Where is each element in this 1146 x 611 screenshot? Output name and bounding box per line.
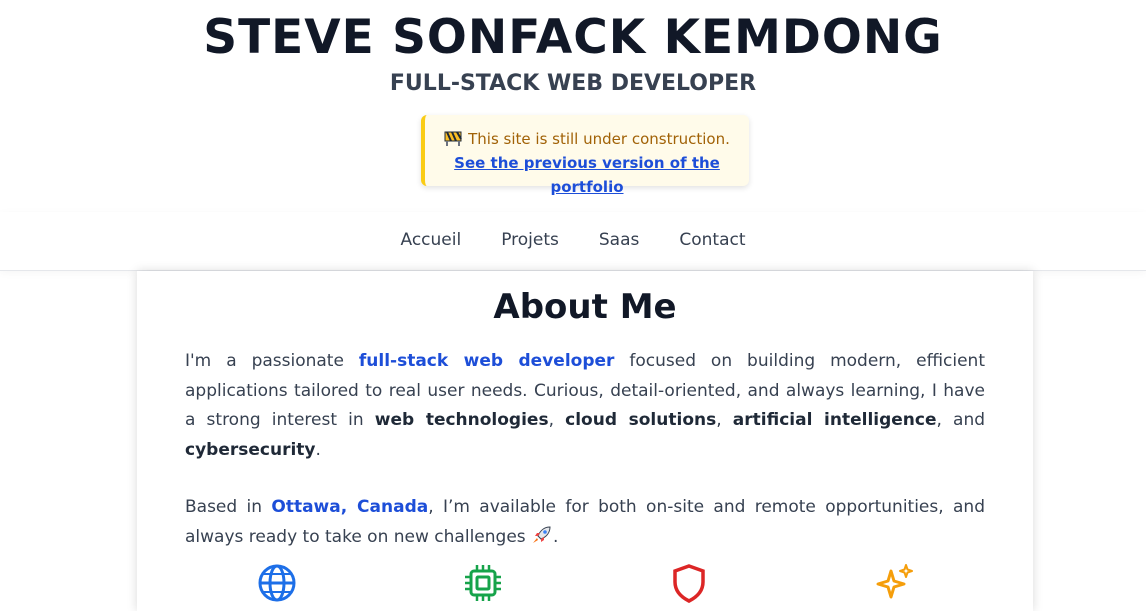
nav-item-accueil[interactable]: Accueil: [400, 230, 461, 250]
interest-security: cybersecurity: [185, 439, 316, 460]
interest-web: web technologies: [374, 410, 549, 430]
nav-item-contact[interactable]: Contact: [679, 230, 745, 250]
cpu-chip-icon: [465, 565, 501, 601]
about-title: About Me: [493, 287, 677, 327]
construction-icon: [444, 131, 462, 146]
about-paragraph-intro: I'm a passionate full-stack web develope…: [185, 351, 986, 460]
site-role: FULL-STACK WEB DEVELOPER: [389, 71, 757, 96]
main-nav: Accueil Projets Saas Contact: [0, 212, 1146, 271]
about-paragraph-location: Based in Ottawa, Canada, I’m available f…: [185, 497, 985, 547]
construction-notice: This site is still under construction. S…: [421, 115, 749, 196]
about-card: About Me I'm a passionate full-stack web…: [137, 271, 1033, 611]
site-name: STEVE SONFACK KEMDONG: [203, 10, 943, 65]
shield-icon: [673, 564, 705, 603]
feature-icons-row: [137, 563, 1033, 603]
previous-portfolio-link[interactable]: See the previous version of the portfoli…: [425, 151, 749, 199]
nav-item-saas[interactable]: Saas: [599, 230, 639, 250]
globe-icon: [258, 564, 296, 602]
rocket-icon: [533, 525, 551, 543]
notice-message: This site is still under construction.: [468, 130, 730, 148]
sparkles-icon: [876, 564, 913, 599]
nav-item-projets[interactable]: Projets: [501, 230, 559, 250]
site-header: STEVE SONFACK KEMDONG FULL-STACK WEB DEV…: [0, 0, 1146, 98]
role-highlight: full-stack web developer: [358, 351, 615, 371]
interest-cloud: cloud solutions: [565, 410, 717, 430]
interest-ai: artificial intelligence: [732, 410, 937, 430]
location-highlight: Ottawa, Canada: [271, 497, 429, 517]
